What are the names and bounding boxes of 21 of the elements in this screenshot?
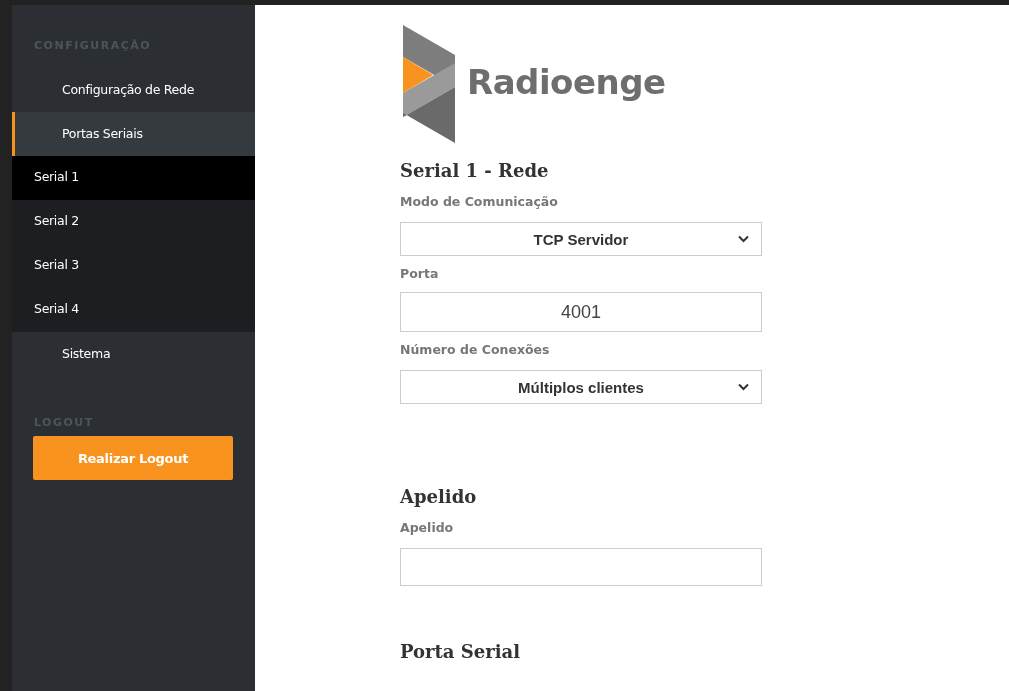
input-field[interactable] [400,548,762,586]
sidebar-item[interactable]: Sistema [12,332,255,376]
sidebar-subitem[interactable]: Serial 4 [12,288,255,332]
sidebar-item[interactable]: Portas Seriais [12,112,255,156]
select-field[interactable]: Múltiplos clientes [400,370,762,404]
sidebar-subitem[interactable]: Serial 3 [12,244,255,288]
field-label: Apelido [400,520,455,536]
field-label: Número de Conexões [400,342,551,358]
sidebar-item[interactable]: Configuração de Rede [12,68,255,112]
input-field[interactable]: 4001 [400,292,762,332]
sidebar-subitem[interactable]: Serial 1 [12,156,255,200]
chevron-down-icon [738,235,749,243]
field-label: Porta [400,266,440,282]
section-heading: Apelido [400,486,478,509]
select-field[interactable]: TCP Servidor [400,222,762,256]
field-label: Modo de Comunicação [400,194,559,210]
section-heading: Serial 1 - Rede [400,160,550,183]
chevron-down-icon [738,383,749,391]
section-heading: Porta Serial [400,641,522,664]
sidebar-subitem[interactable]: Serial 2 [12,200,255,244]
brand-name: Radioenge [467,61,666,102]
